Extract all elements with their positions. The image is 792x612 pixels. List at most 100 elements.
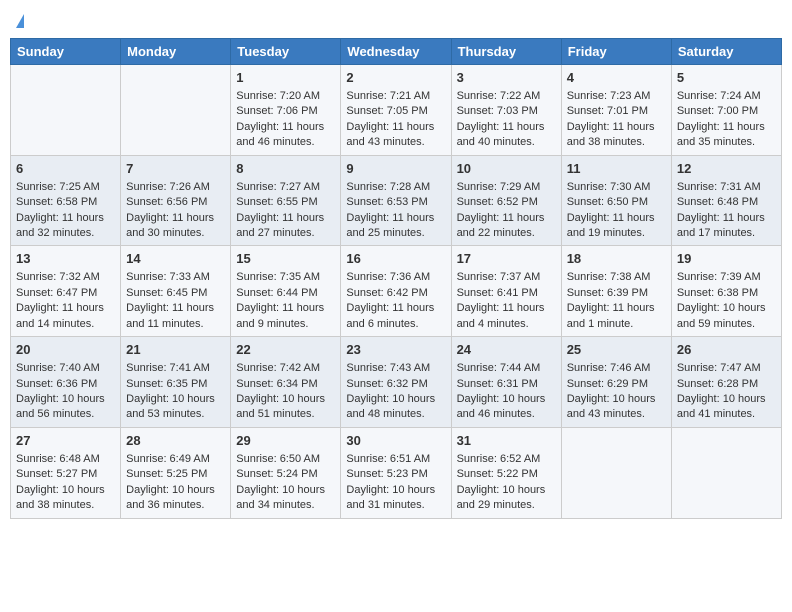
daylight-text: Daylight: 11 hours and 38 minutes. (567, 121, 655, 148)
day-number: 27 (16, 432, 115, 450)
sunrise-text: Sunrise: 7:33 AM (126, 271, 210, 283)
calendar-cell: 15Sunrise: 7:35 AMSunset: 6:44 PMDayligh… (231, 246, 341, 337)
day-number: 31 (457, 432, 556, 450)
sunrise-text: Sunrise: 7:22 AM (457, 90, 541, 102)
sunset-text: Sunset: 6:29 PM (567, 378, 648, 390)
sunset-text: Sunset: 6:41 PM (457, 287, 538, 299)
sunrise-text: Sunrise: 7:32 AM (16, 271, 100, 283)
day-number: 21 (126, 341, 225, 359)
header-thursday: Thursday (451, 38, 561, 64)
day-number: 15 (236, 250, 335, 268)
calendar-cell: 11Sunrise: 7:30 AMSunset: 6:50 PMDayligh… (561, 155, 671, 246)
sunset-text: Sunset: 6:42 PM (346, 287, 427, 299)
sunrise-text: Sunrise: 7:44 AM (457, 362, 541, 374)
daylight-text: Daylight: 11 hours and 25 minutes. (346, 212, 434, 239)
day-number: 29 (236, 432, 335, 450)
calendar-cell: 3Sunrise: 7:22 AMSunset: 7:03 PMDaylight… (451, 64, 561, 155)
sunset-text: Sunset: 5:24 PM (236, 468, 317, 480)
sunset-text: Sunset: 6:52 PM (457, 196, 538, 208)
daylight-text: Daylight: 11 hours and 19 minutes. (567, 212, 655, 239)
sunrise-text: Sunrise: 7:31 AM (677, 181, 761, 193)
calendar-cell: 14Sunrise: 7:33 AMSunset: 6:45 PMDayligh… (121, 246, 231, 337)
sunset-text: Sunset: 7:05 PM (346, 105, 427, 117)
calendar-header-row: SundayMondayTuesdayWednesdayThursdayFrid… (11, 38, 782, 64)
calendar-week-row: 20Sunrise: 7:40 AMSunset: 6:36 PMDayligh… (11, 337, 782, 428)
daylight-text: Daylight: 10 hours and 29 minutes. (457, 484, 546, 511)
sunset-text: Sunset: 7:01 PM (567, 105, 648, 117)
daylight-text: Daylight: 10 hours and 53 minutes. (126, 393, 215, 420)
daylight-text: Daylight: 10 hours and 31 minutes. (346, 484, 435, 511)
calendar-cell (11, 64, 121, 155)
sunset-text: Sunset: 6:58 PM (16, 196, 97, 208)
daylight-text: Daylight: 11 hours and 27 minutes. (236, 212, 324, 239)
header-wednesday: Wednesday (341, 38, 451, 64)
calendar-cell: 29 Sunrise: 6:50 AM Sunset: 5:24 PM Dayligh… (231, 427, 341, 518)
sunrise-text: Sunrise: 7:40 AM (16, 362, 100, 374)
calendar-cell: 6Sunrise: 7:25 AMSunset: 6:58 PMDaylight… (11, 155, 121, 246)
daylight-text: Daylight: 11 hours and 1 minute. (567, 302, 655, 329)
daylight-text: Daylight: 11 hours and 32 minutes. (16, 212, 104, 239)
daylight-text: Daylight: 10 hours and 38 minutes. (16, 484, 105, 511)
day-number: 30 (346, 432, 445, 450)
calendar-cell: 18Sunrise: 7:38 AMSunset: 6:39 PMDayligh… (561, 246, 671, 337)
calendar-week-row: 1 Sunrise: 7:20 AM Sunset: 7:06 PM Daylight… (11, 64, 782, 155)
calendar-cell: 21 Sunrise: 7:41 AM Sunset: 6:35 PM Dayligh… (121, 337, 231, 428)
logo-triangle-icon (16, 14, 24, 28)
daylight-text: Daylight: 11 hours and 14 minutes. (16, 302, 104, 329)
sunset-text: Sunset: 6:35 PM (126, 378, 207, 390)
day-number: 8 (236, 160, 335, 178)
calendar-cell: 10Sunrise: 7:29 AMSunset: 6:52 PMDayligh… (451, 155, 561, 246)
daylight-text: Daylight: 10 hours and 59 minutes. (677, 302, 766, 329)
day-number: 19 (677, 250, 776, 268)
daylight-text: Daylight: 11 hours and 9 minutes. (236, 302, 324, 329)
sunrise-text: Sunrise: 7:20 AM (236, 90, 320, 102)
calendar-cell: 20Sunrise: 7:40 AMSunset: 6:36 PMDayligh… (11, 337, 121, 428)
day-number: 24 (457, 341, 556, 359)
sunset-text: Sunset: 5:27 PM (16, 468, 97, 480)
calendar-cell: 5Sunrise: 7:24 AMSunset: 7:00 PMDaylight… (671, 64, 781, 155)
day-number: 11 (567, 160, 666, 178)
calendar-table: SundayMondayTuesdayWednesdayThursdayFrid… (10, 38, 782, 519)
day-number: 23 (346, 341, 445, 359)
day-number: 7 (126, 160, 225, 178)
daylight-text: Daylight: 11 hours and 30 minutes. (126, 212, 214, 239)
sunrise-text: Sunrise: 7:21 AM (346, 90, 430, 102)
sunset-text: Sunset: 6:55 PM (236, 196, 317, 208)
calendar-week-row: 27Sunrise: 6:48 AMSunset: 5:27 PMDayligh… (11, 427, 782, 518)
day-number: 26 (677, 341, 776, 359)
calendar-cell: 30 Sunrise: 6:51 AM Sunset: 5:23 PM Dayligh… (341, 427, 451, 518)
sunrise-text: Sunrise: 6:50 AM (236, 453, 320, 465)
sunset-text: Sunset: 7:06 PM (236, 105, 317, 117)
day-number: 20 (16, 341, 115, 359)
daylight-text: Daylight: 10 hours and 34 minutes. (236, 484, 325, 511)
sunset-text: Sunset: 6:48 PM (677, 196, 758, 208)
calendar-cell: 7Sunrise: 7:26 AMSunset: 6:56 PMDaylight… (121, 155, 231, 246)
sunset-text: Sunset: 6:39 PM (567, 287, 648, 299)
sunrise-text: Sunrise: 7:30 AM (567, 181, 651, 193)
calendar-cell: 8Sunrise: 7:27 AMSunset: 6:55 PMDaylight… (231, 155, 341, 246)
sunset-text: Sunset: 5:25 PM (126, 468, 207, 480)
sunrise-text: Sunrise: 7:41 AM (126, 362, 210, 374)
sunrise-text: Sunrise: 7:47 AM (677, 362, 761, 374)
sunrise-text: Sunrise: 7:24 AM (677, 90, 761, 102)
sunset-text: Sunset: 5:23 PM (346, 468, 427, 480)
day-number: 2 (346, 69, 445, 87)
calendar-cell: 2Sunrise: 7:21 AMSunset: 7:05 PMDaylight… (341, 64, 451, 155)
daylight-text: Daylight: 11 hours and 11 minutes. (126, 302, 214, 329)
day-number: 4 (567, 69, 666, 87)
sunset-text: Sunset: 6:32 PM (346, 378, 427, 390)
sunset-text: Sunset: 6:47 PM (16, 287, 97, 299)
daylight-text: Daylight: 11 hours and 40 minutes. (457, 121, 545, 148)
sunrise-text: Sunrise: 7:25 AM (16, 181, 100, 193)
daylight-text: Daylight: 10 hours and 46 minutes. (457, 393, 546, 420)
sunrise-text: Sunrise: 7:29 AM (457, 181, 541, 193)
sunrise-text: Sunrise: 6:51 AM (346, 453, 430, 465)
sunset-text: Sunset: 6:44 PM (236, 287, 317, 299)
daylight-text: Daylight: 10 hours and 36 minutes. (126, 484, 215, 511)
day-number: 1 (236, 69, 335, 87)
sunrise-text: Sunrise: 7:37 AM (457, 271, 541, 283)
day-number: 14 (126, 250, 225, 268)
sunrise-text: Sunrise: 7:28 AM (346, 181, 430, 193)
daylight-text: Daylight: 11 hours and 4 minutes. (457, 302, 545, 329)
calendar-cell: 25Sunrise: 7:46 AMSunset: 6:29 PMDayligh… (561, 337, 671, 428)
